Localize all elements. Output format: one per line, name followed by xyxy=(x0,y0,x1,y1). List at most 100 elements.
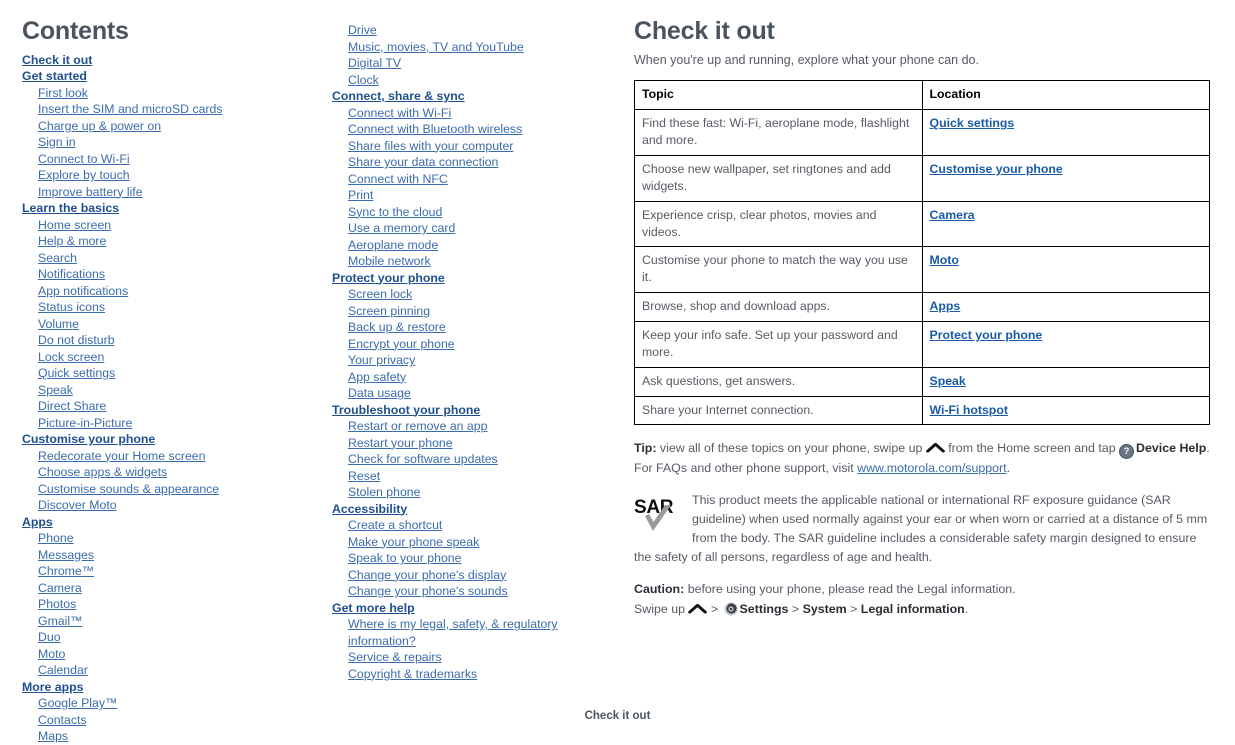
toc-link[interactable]: Connect with Bluetooth wireless xyxy=(348,122,522,136)
cell-topic: Find these fast: Wi-Fi, aeroplane mode, … xyxy=(634,109,923,157)
toc-link[interactable]: Restart or remove an app xyxy=(348,419,487,433)
toc-link[interactable]: Back up & restore xyxy=(348,320,446,334)
toc-link[interactable]: Redecorate your Home screen xyxy=(38,449,205,463)
toc-entry: Connect, share & sync xyxy=(332,88,622,105)
toc-link[interactable]: Make your phone speak xyxy=(348,535,479,549)
toc-link[interactable]: Charge up & power on xyxy=(38,119,161,133)
toc-link[interactable]: Check it out xyxy=(22,53,92,67)
toc-link[interactable]: Quick settings xyxy=(38,366,115,380)
toc-link[interactable]: Google Play™ xyxy=(38,696,117,710)
toc-link[interactable]: Sync to the cloud xyxy=(348,205,442,219)
toc-link[interactable]: Do not disturb xyxy=(38,333,115,347)
toc-entry: Connect with NFC xyxy=(332,171,622,188)
toc-link[interactable]: Camera xyxy=(38,581,82,595)
toc-link[interactable]: Service & repairs xyxy=(348,650,442,664)
toc-link[interactable]: Accessibility xyxy=(332,502,407,516)
toc-link[interactable]: Calendar xyxy=(38,663,88,677)
toc-link[interactable]: Connect with NFC xyxy=(348,172,448,186)
toc-entry: Restart your phone xyxy=(332,435,622,452)
toc-link[interactable]: Customise your phone xyxy=(22,432,155,446)
toc-link[interactable]: Restart your phone xyxy=(348,436,453,450)
toc-link[interactable]: Mobile network xyxy=(348,254,431,268)
location-link[interactable]: Apps xyxy=(930,299,961,313)
toc-link[interactable]: Improve battery life xyxy=(38,185,143,199)
location-link[interactable]: Protect your phone xyxy=(930,328,1043,342)
toc-link[interactable]: Connect, share & sync xyxy=(332,89,465,103)
toc-entry: Restart or remove an app xyxy=(332,418,622,435)
toc-link[interactable]: First look xyxy=(38,86,88,100)
location-link[interactable]: Speak xyxy=(930,374,966,388)
toc-link[interactable]: Encrypt your phone xyxy=(348,337,455,351)
toc-link[interactable]: Music, movies, TV and YouTube xyxy=(348,40,524,54)
toc-link[interactable]: Chrome™ xyxy=(38,564,94,578)
toc-link[interactable]: Speak xyxy=(38,383,73,397)
toc-link[interactable]: Learn the basics xyxy=(22,201,119,215)
toc-link[interactable]: Sign in xyxy=(38,135,76,149)
toc-link[interactable]: More apps xyxy=(22,680,84,694)
motorola-support-link[interactable]: www.motorola.com/support xyxy=(857,461,1006,475)
toc-link[interactable]: Notifications xyxy=(38,267,105,281)
page-title: Check it out xyxy=(634,17,775,45)
toc-entry: Get started xyxy=(22,68,322,85)
toc-link[interactable]: Customise sounds & appearance xyxy=(38,482,219,496)
toc-link[interactable]: Protect your phone xyxy=(332,271,445,285)
toc-link[interactable]: Use a memory card xyxy=(348,221,455,235)
toc-link[interactable]: Direct Share xyxy=(38,399,106,413)
location-link[interactable]: Customise your phone xyxy=(930,162,1063,176)
toc-link[interactable]: Status icons xyxy=(38,300,105,314)
toc-link[interactable]: Help & more xyxy=(38,234,106,248)
location-link[interactable]: Quick settings xyxy=(930,116,1015,130)
toc-link[interactable]: Lock screen xyxy=(38,350,104,364)
toc-link[interactable]: Photos xyxy=(38,597,76,611)
toc-link[interactable]: Reset xyxy=(348,469,380,483)
toc-link[interactable]: Share your data connection xyxy=(348,155,498,169)
location-link[interactable]: Wi-Fi hotspot xyxy=(930,403,1008,417)
toc-link[interactable]: Check for software updates xyxy=(348,452,498,466)
toc-link[interactable]: Apps xyxy=(22,515,53,529)
toc-link[interactable]: Gmail™ xyxy=(38,614,82,628)
location-link[interactable]: Moto xyxy=(930,253,959,267)
toc-link[interactable]: Get started xyxy=(22,69,87,83)
toc-link[interactable]: Choose apps & widgets xyxy=(38,465,167,479)
toc-link[interactable]: Troubleshoot your phone xyxy=(332,403,480,417)
toc-link[interactable]: Digital TV xyxy=(348,56,401,70)
toc-link[interactable]: Speak to your phone xyxy=(348,551,462,565)
toc-link[interactable]: Insert the SIM and microSD cards xyxy=(38,102,223,116)
toc-link[interactable]: App safety xyxy=(348,370,406,384)
toc-link[interactable]: Duo xyxy=(38,630,61,644)
toc-link[interactable]: Volume xyxy=(38,317,79,331)
toc-link[interactable]: Create a shortcut xyxy=(348,518,442,532)
toc-link[interactable]: Home screen xyxy=(38,218,111,232)
toc-link[interactable]: Where is my legal, safety, & regulatory … xyxy=(348,617,558,648)
toc-link[interactable]: Your privacy xyxy=(348,353,415,367)
toc-link[interactable]: Change your phone's sounds xyxy=(348,584,508,598)
toc-link[interactable]: Share files with your computer xyxy=(348,139,513,153)
toc-entry: Digital TV xyxy=(332,55,622,72)
toc-link[interactable]: Screen lock xyxy=(348,287,412,301)
toc-link[interactable]: Discover Moto xyxy=(38,498,117,512)
toc-link[interactable]: Drive xyxy=(348,23,377,37)
toc-link[interactable]: Data usage xyxy=(348,386,411,400)
toc-link[interactable]: Get more help xyxy=(332,601,415,615)
toc-link[interactable]: Messages xyxy=(38,548,94,562)
toc-link[interactable]: Search xyxy=(38,251,77,265)
caution-period: . xyxy=(964,602,969,617)
toc-link[interactable]: Maps xyxy=(38,729,68,743)
toc-link[interactable]: Connect with Wi-Fi xyxy=(348,106,451,120)
tip-block: Tip: view all of these topics on your ph… xyxy=(634,439,1212,478)
toc-link[interactable]: Copyright & trademarks xyxy=(348,667,477,681)
toc-link[interactable]: Moto xyxy=(38,647,65,661)
toc-link[interactable]: Change your phone's display xyxy=(348,568,506,582)
toc-link[interactable]: Print xyxy=(348,188,373,202)
toc-link[interactable]: Explore by touch xyxy=(38,168,130,182)
toc-link[interactable]: Stolen phone xyxy=(348,485,420,499)
system-label: System xyxy=(802,602,847,617)
toc-link[interactable]: Clock xyxy=(348,73,379,87)
toc-link[interactable]: Picture-in-Picture xyxy=(38,416,132,430)
toc-link[interactable]: Connect to Wi-Fi xyxy=(38,152,130,166)
location-link[interactable]: Camera xyxy=(930,208,975,222)
toc-link[interactable]: Aeroplane mode xyxy=(348,238,438,252)
toc-link[interactable]: App notifications xyxy=(38,284,128,298)
toc-link[interactable]: Phone xyxy=(38,531,74,545)
toc-link[interactable]: Screen pinning xyxy=(348,304,430,318)
